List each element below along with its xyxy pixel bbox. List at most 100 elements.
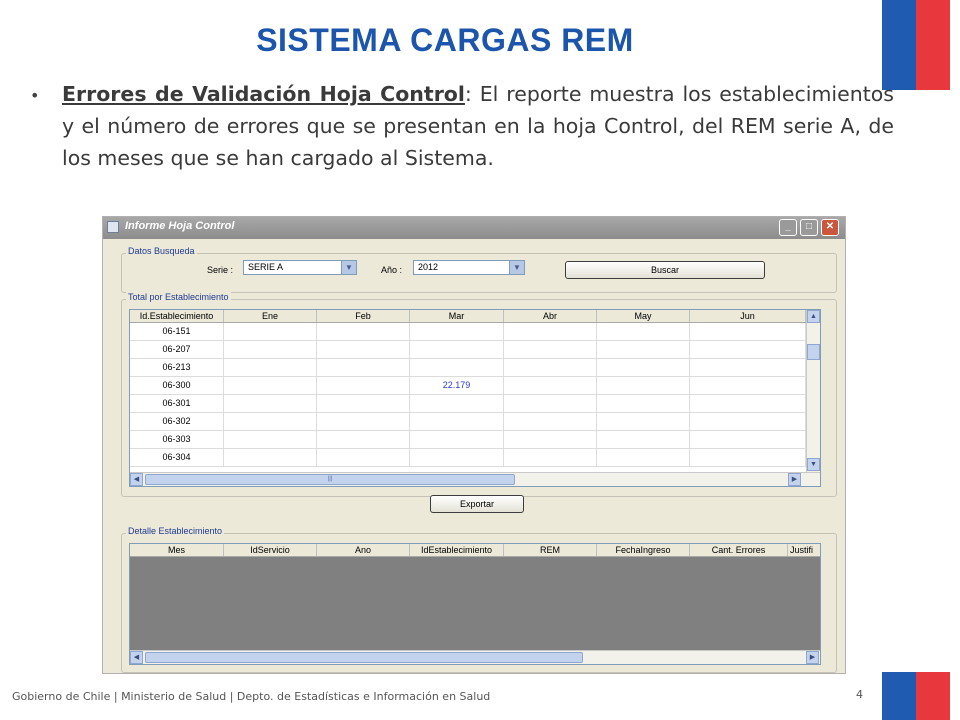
table-cell <box>224 359 317 376</box>
table-row[interactable]: 06-304 <box>130 449 806 467</box>
column-header[interactable]: Mar <box>410 310 504 322</box>
table-cell <box>504 341 597 358</box>
scroll-thumb[interactable]: ||| <box>145 474 515 485</box>
column-header[interactable]: Id.Establecimiento <box>130 310 224 322</box>
table-cell <box>317 377 410 394</box>
ano-label: Año : <box>381 265 403 275</box>
table-row[interactable]: 06-302 <box>130 413 806 431</box>
table-cell <box>224 395 317 412</box>
scroll-down-icon[interactable]: ▼ <box>807 458 820 471</box>
table-cell <box>224 413 317 430</box>
table-cell <box>224 341 317 358</box>
table-row[interactable]: 06-300 22.179 <box>130 377 806 395</box>
column-header[interactable]: Justifi <box>788 544 820 556</box>
scroll-left-icon[interactable]: ◀ <box>130 473 143 486</box>
detail-grid-header: Mes IdServicio Ano IdEstablecimiento REM… <box>130 544 820 557</box>
table-cell <box>690 431 806 448</box>
scroll-right-icon[interactable]: ▶ <box>806 651 819 664</box>
totals-grid: Id.Establecimiento Ene Feb Mar Abr May J… <box>129 309 821 487</box>
table-cell <box>597 395 690 412</box>
table-cell <box>410 449 504 466</box>
column-header[interactable]: Abr <box>504 310 597 322</box>
scroll-right-icon[interactable]: ▶ <box>788 473 801 486</box>
column-header[interactable]: IdServicio <box>224 544 317 556</box>
bullet-icon: • <box>30 86 40 105</box>
column-header[interactable]: Ano <box>317 544 410 556</box>
table-row[interactable]: 06-303 <box>130 431 806 449</box>
close-button[interactable]: ✕ <box>821 219 839 236</box>
serie-select[interactable]: SERIE A ▼ <box>243 260 357 275</box>
page-number: 4 <box>856 688 863 701</box>
ano-select[interactable]: 2012 ▼ <box>413 260 525 275</box>
serie-label: Serie : <box>207 265 234 275</box>
column-header[interactable]: Jun <box>690 310 806 322</box>
buscar-button[interactable]: Buscar <box>565 261 765 279</box>
ano-select-value: 2012 <box>418 262 439 272</box>
table-cell <box>597 377 690 394</box>
detail-grid: Mes IdServicio Ano IdEstablecimiento REM… <box>129 543 821 665</box>
table-cell <box>410 431 504 448</box>
column-header[interactable]: Ene <box>224 310 317 322</box>
column-header[interactable]: Mes <box>130 544 224 556</box>
table-cell <box>317 359 410 376</box>
chevron-down-icon[interactable]: ▼ <box>341 261 356 274</box>
table-row[interactable]: 06-151 <box>130 323 806 341</box>
table-cell-id: 06-302 <box>130 413 224 430</box>
table-cell <box>317 395 410 412</box>
table-cell <box>224 449 317 466</box>
exportar-button[interactable]: Exportar <box>430 495 524 513</box>
table-cell <box>690 341 806 358</box>
table-cell <box>317 323 410 340</box>
table-cell <box>224 377 317 394</box>
table-row[interactable]: 06-207 <box>130 341 806 359</box>
serie-select-value: SERIE A <box>248 262 284 272</box>
table-row[interactable]: 06-213 <box>130 359 806 377</box>
chevron-down-icon[interactable]: ▼ <box>509 261 524 274</box>
table-cell-id: 06-207 <box>130 341 224 358</box>
scroll-left-icon[interactable]: ◀ <box>130 651 143 664</box>
totals-panel-legend: Total por Establecimiento <box>126 292 231 302</box>
minimize-button[interactable]: _ <box>779 219 797 236</box>
table-cell-id: 06-304 <box>130 449 224 466</box>
table-cell-id: 06-300 <box>130 377 224 394</box>
flag-red-stripe <box>916 672 950 720</box>
column-header[interactable]: May <box>597 310 690 322</box>
window-titlebar[interactable]: Informe Hoja Control _ □ ✕ <box>103 217 845 239</box>
vertical-scrollbar[interactable]: ▲ ▼ <box>806 310 820 472</box>
table-cell-error-count[interactable]: 22.179 <box>410 377 504 394</box>
horizontal-scrollbar[interactable]: ◀ ||| ▶ <box>130 472 820 486</box>
table-cell <box>504 323 597 340</box>
table-cell <box>317 431 410 448</box>
horizontal-scrollbar[interactable]: ◀ ▶ <box>130 650 820 664</box>
scroll-thumb[interactable] <box>807 344 820 360</box>
flag-decoration-top <box>882 0 950 90</box>
table-cell <box>690 395 806 412</box>
table-cell <box>597 431 690 448</box>
table-cell <box>504 377 597 394</box>
window-app-icon <box>107 221 119 233</box>
maximize-button[interactable]: □ <box>800 219 818 236</box>
table-cell <box>410 359 504 376</box>
table-cell <box>597 413 690 430</box>
table-cell <box>597 341 690 358</box>
column-header[interactable]: FechaIngreso <box>597 544 690 556</box>
table-cell <box>224 431 317 448</box>
column-header[interactable]: IdEstablecimiento <box>410 544 504 556</box>
column-header[interactable]: Feb <box>317 310 410 322</box>
table-cell <box>690 377 806 394</box>
column-header[interactable]: Cant. Errores <box>690 544 788 556</box>
table-cell <box>504 395 597 412</box>
table-cell <box>317 341 410 358</box>
scroll-up-icon[interactable]: ▲ <box>807 310 820 323</box>
table-cell <box>690 359 806 376</box>
table-cell <box>597 449 690 466</box>
table-row[interactable]: 06-301 <box>130 395 806 413</box>
table-cell <box>597 359 690 376</box>
table-cell <box>504 449 597 466</box>
table-cell <box>690 449 806 466</box>
table-cell-id: 06-303 <box>130 431 224 448</box>
column-header[interactable]: REM <box>504 544 597 556</box>
scroll-thumb[interactable] <box>145 652 583 663</box>
table-cell-id: 06-213 <box>130 359 224 376</box>
slide-body-lead: Errores de Validación Hoja Control <box>62 82 465 106</box>
